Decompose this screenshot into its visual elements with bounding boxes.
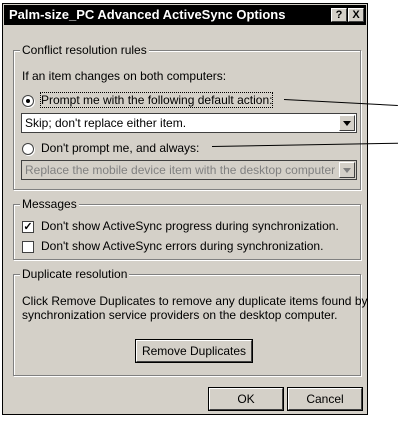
window-title: Palm-size_PC Advanced ActiveSync Options: [9, 7, 286, 22]
conflict-intro-text: If an item changes on both computers:: [22, 69, 227, 83]
activesync-options-dialog: Palm-size_PC Advanced ActiveSync Options…: [2, 3, 368, 415]
prompt-radio-label[interactable]: Prompt me with the following default act…: [39, 92, 274, 108]
progress-checkbox-label[interactable]: Don't show ActiveSync progress during sy…: [41, 219, 339, 233]
conflict-group-label: Conflict resolution rules: [20, 43, 149, 57]
ok-button[interactable]: OK: [208, 387, 284, 411]
errors-checkbox-label[interactable]: Don't show ActiveSync errors during sync…: [41, 239, 323, 253]
always-action-value: Replace the mobile device item with the …: [25, 163, 336, 177]
remove-duplicates-button[interactable]: Remove Duplicates: [135, 339, 253, 363]
duplicate-group-label: Duplicate resolution: [20, 267, 130, 281]
duplicate-description-line1: Click Remove Duplicates to remove any du…: [22, 294, 368, 308]
errors-checkbox[interactable]: [22, 241, 34, 253]
help-icon[interactable]: ?: [331, 8, 347, 22]
title-bar: Palm-size_PC Advanced ActiveSync Options…: [4, 5, 366, 25]
default-action-value: Skip; don't replace either item.: [25, 116, 187, 130]
progress-checkbox[interactable]: ✓: [22, 221, 34, 233]
cancel-button[interactable]: Cancel: [287, 387, 363, 411]
messages-group-label: Messages: [20, 197, 79, 211]
dropdown-arrow-icon: [339, 162, 355, 178]
dropdown-arrow-icon[interactable]: [339, 115, 355, 131]
default-action-select[interactable]: Skip; don't replace either item.: [21, 113, 357, 133]
duplicate-description-line2: synchronization service providers on the…: [22, 308, 338, 322]
always-action-select: Replace the mobile device item with the …: [21, 160, 357, 180]
noprompt-radio-label[interactable]: Don't prompt me, and always:: [41, 141, 199, 155]
noprompt-radio[interactable]: [22, 143, 34, 155]
close-icon[interactable]: X: [348, 8, 364, 22]
prompt-radio[interactable]: [22, 95, 34, 107]
